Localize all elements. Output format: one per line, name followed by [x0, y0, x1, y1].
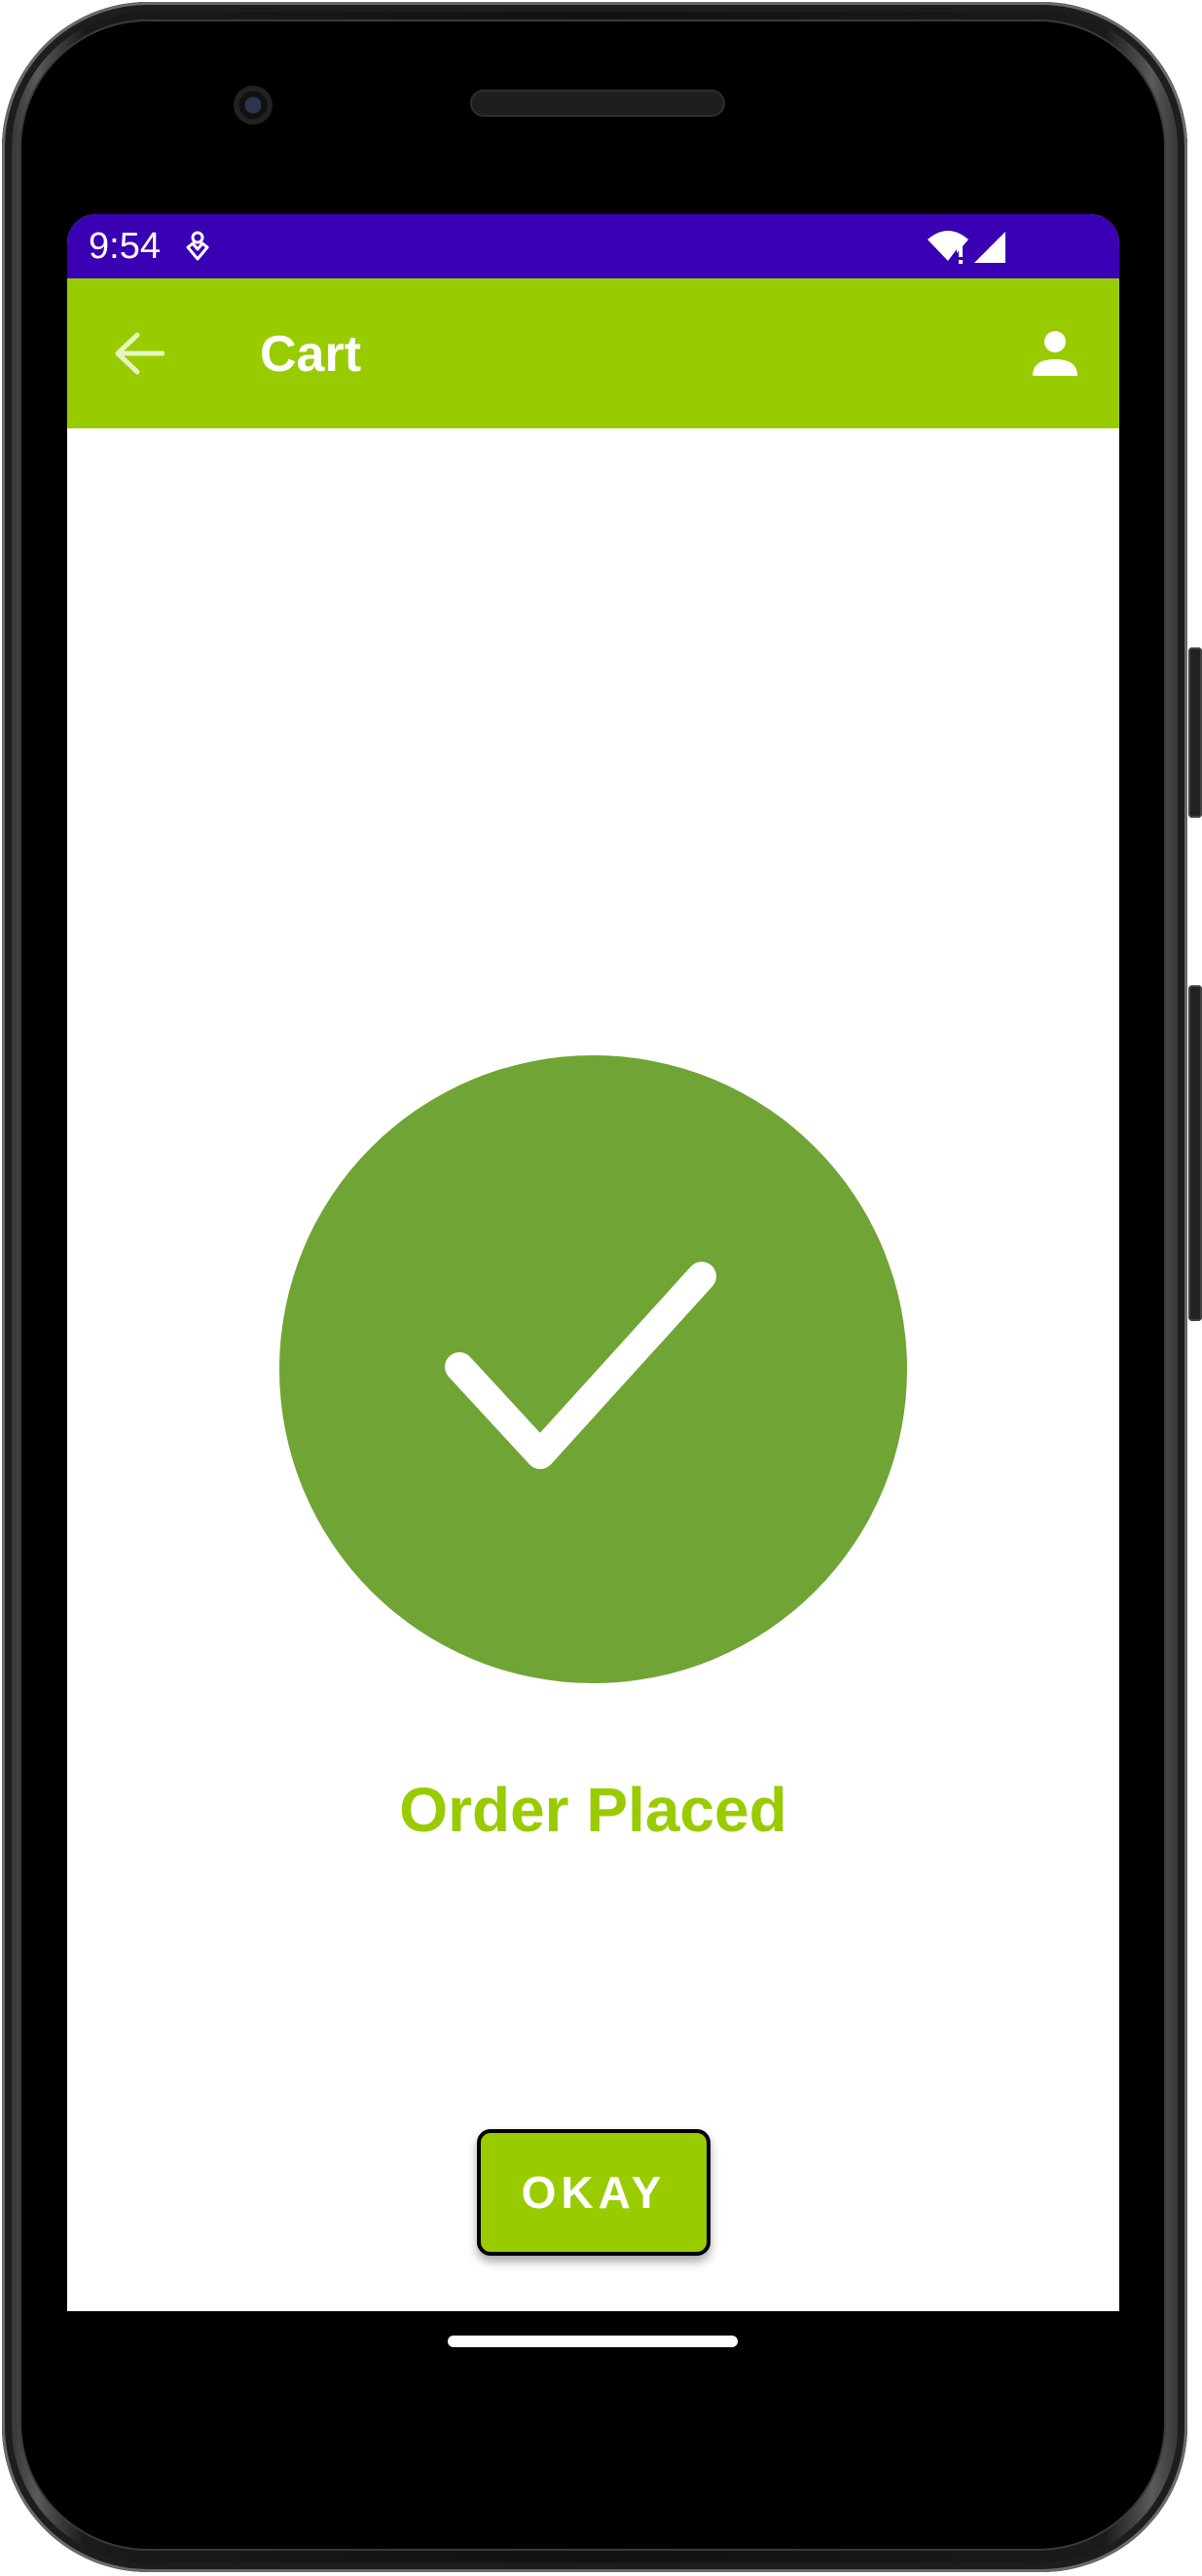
notification-icon [186, 231, 209, 261]
power-button [1188, 647, 1202, 818]
wifi-alert-icon [928, 231, 968, 264]
status-bar: 9:54 [67, 214, 1119, 278]
account-button[interactable] [1021, 322, 1089, 385]
volume-button [1188, 985, 1202, 1321]
success-badge [279, 1055, 907, 1683]
app-screen: 9:54 Cart Order Placed OKAY [67, 214, 1119, 2311]
app-toolbar: Cart [67, 278, 1119, 428]
order-status-title: Order Placed [399, 1775, 787, 1845]
okay-button[interactable]: OKAY [477, 2129, 710, 2256]
earpiece-speaker [470, 90, 725, 117]
back-button[interactable] [106, 322, 172, 385]
device-frame: 9:54 Cart Order Placed OKAY [0, 0, 1202, 2576]
arrow-back-icon [115, 332, 164, 375]
cell-signal-icon [974, 232, 1005, 263]
page-title: Cart [260, 326, 362, 383]
person-icon [1033, 331, 1077, 376]
front-camera [234, 86, 273, 125]
check-icon [445, 1262, 716, 1469]
home-gesture-bar[interactable] [448, 2336, 738, 2347]
status-time: 9:54 [89, 226, 161, 267]
